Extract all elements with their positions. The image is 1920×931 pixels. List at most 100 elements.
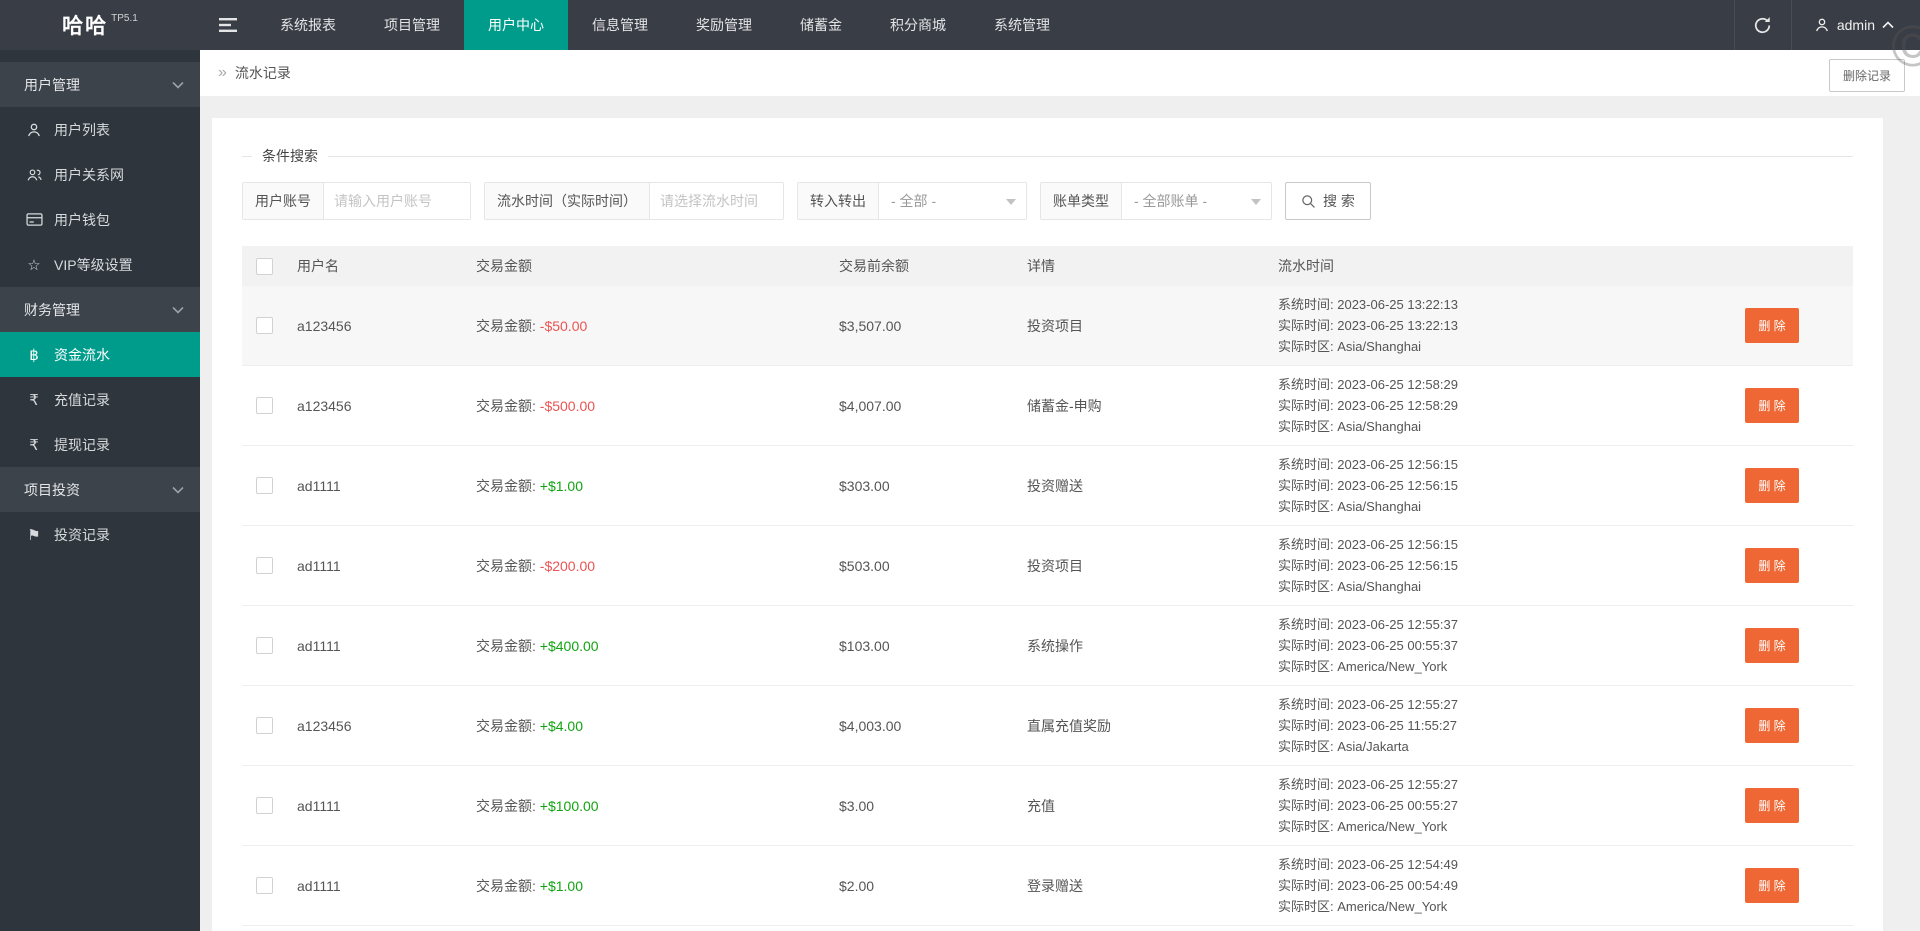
sidebar-group-header[interactable]: 财务管理 [0, 287, 200, 332]
delete-row-button[interactable]: 删 除 [1745, 468, 1799, 503]
cell-time: 系统时间: 2023-06-25 12:54:49 实际时间: 2023-06-… [1278, 857, 1458, 914]
nav-menu: 系统报表 项目管理 用户中心 信息管理 奖励管理 储蓄金 积分商城 系统管理 [256, 0, 1074, 50]
sidebar-item[interactable]: 用户列表 [0, 107, 200, 152]
user-account-label: 用户账号 [243, 183, 324, 219]
cell-username: ad1111 [297, 557, 341, 574]
table-header-row: 用户名 交易金额 交易前余额 详情 流水时间 [242, 246, 1853, 286]
menu-collapse-icon[interactable] [200, 0, 256, 50]
table-row: a123456 交易金额: +$4.00 $4,003.00 直属充值奖励 系统… [242, 686, 1853, 766]
select-all-checkbox[interactable] [256, 257, 273, 275]
delete-records-button[interactable]: 删除记录 [1828, 59, 1905, 92]
transfer-direction-select[interactable]: - 全部 - [879, 183, 1026, 219]
sidebar-item[interactable]: ₹ 充值记录 [0, 377, 200, 422]
cell-username: a123456 [297, 397, 352, 414]
refresh-button[interactable] [1735, 0, 1791, 50]
page-title: 流水记录 [234, 65, 291, 81]
flow-time-input[interactable] [650, 183, 783, 219]
bill-type-label: 账单类型 [1041, 183, 1122, 219]
sidebar-item-label: 资金流水 [54, 346, 110, 363]
cell-amount: 交易金额: +$4.00 [476, 717, 583, 734]
sidebar-item-label: 提现记录 [54, 436, 110, 453]
sidebar-group-label: 项目投资 [24, 481, 80, 498]
sidebar-item[interactable]: ₹ 提现记录 [0, 422, 200, 467]
user-menu[interactable]: admin [1792, 0, 1920, 50]
table-row: a123456 交易金额: -$500.00 $4,007.00 储蓄金-申购 … [242, 366, 1853, 446]
delete-row-button[interactable]: 删 除 [1745, 868, 1799, 903]
row-checkbox[interactable] [256, 717, 273, 734]
sidebar-group-header[interactable]: 项目投资 [0, 467, 200, 512]
records-table: 用户名 交易金额 交易前余额 详情 流水时间 a123456 交易金额: -$5… [242, 246, 1853, 931]
row-checkbox[interactable] [256, 797, 273, 814]
row-checkbox[interactable] [256, 477, 273, 494]
cell-balance: $2.00 [839, 877, 875, 894]
delete-row-button[interactable]: 删 除 [1745, 628, 1799, 663]
row-checkbox[interactable] [256, 557, 273, 574]
nav-item[interactable]: 奖励管理 [672, 0, 776, 50]
sidebar-group-label: 用户管理 [24, 76, 80, 93]
sidebar-item[interactable]: ฿ 资金流水 [0, 332, 200, 377]
nav-item[interactable]: 项目管理 [360, 0, 464, 50]
header-detail: 详情 [1027, 258, 1055, 274]
sidebar-item-label: 投资记录 [54, 526, 110, 543]
main-area: » 流水记录 删除记录 条件搜索 用户账号 流水时间（实际时间） [200, 50, 1920, 931]
sidebar-item-label: 充值记录 [54, 391, 110, 408]
transfer-direction-field-group: 转入转出 - 全部 - [797, 182, 1027, 220]
transfer-direction-label: 转入转出 [798, 183, 879, 219]
row-checkbox[interactable] [256, 317, 273, 334]
cell-detail: 登录赠送 [1027, 877, 1083, 894]
sidebar-item-label: 用户关系网 [54, 166, 124, 183]
table-row: ad1111 交易金额: +$100.00 $3.00 充值 系统时间: 202… [242, 766, 1853, 846]
table-row: ad1111 交易金额: +$400.00 $103.00 系统操作 系统时间:… [242, 606, 1853, 686]
cell-username: a123456 [297, 717, 352, 734]
table-row: 系统时间: 2023-06-25 12:54:45 删 除 [242, 926, 1853, 931]
search-form: 用户账号 流水时间（实际时间） 转入转出 - 全部 - 账单类型 - 全部账单 … [242, 182, 1853, 220]
sidebar-item[interactable]: ☆ VIP等级设置 [0, 242, 200, 287]
cell-username: a123456 [297, 317, 352, 334]
nav-item[interactable]: 用户中心 [464, 0, 568, 50]
cell-detail: 储蓄金-申购 [1027, 397, 1102, 414]
row-checkbox[interactable] [256, 637, 273, 654]
table-body: a123456 交易金额: -$50.00 $3,507.00 投资项目 系统时… [242, 286, 1853, 931]
breadcrumb-arrows-icon: » [218, 64, 227, 81]
nav-item[interactable]: 积分商城 [866, 0, 970, 50]
cell-amount: 交易金额: +$100.00 [476, 797, 599, 814]
sidebar-item[interactable]: 用户钱包 [0, 197, 200, 242]
nav-item[interactable]: 储蓄金 [776, 0, 866, 50]
sidebar-group-header[interactable]: 用户管理 [0, 62, 200, 107]
delete-row-button[interactable]: 删 除 [1745, 388, 1799, 423]
cell-balance: $3.00 [839, 797, 875, 814]
search-fieldset: 条件搜索 [242, 146, 1853, 166]
bill-type-field-group: 账单类型 - 全部账单 - [1040, 182, 1272, 220]
cell-time: 系统时间: 2023-06-25 13:22:13 实际时间: 2023-06-… [1278, 297, 1458, 354]
header-balance: 交易前余额 [839, 258, 909, 274]
nav-item[interactable]: 系统管理 [970, 0, 1074, 50]
nav-item[interactable]: 系统报表 [256, 0, 360, 50]
chevron-down-icon [172, 486, 184, 494]
cell-time: 系统时间: 2023-06-25 12:55:37 实际时间: 2023-06-… [1278, 617, 1458, 674]
chevron-down-icon [172, 306, 184, 314]
delete-row-button[interactable]: 删 除 [1745, 308, 1799, 343]
delete-row-button[interactable]: 删 除 [1745, 548, 1799, 583]
flow-time-label: 流水时间（实际时间） [485, 183, 650, 219]
sidebar-item[interactable]: ⚑ 投资记录 [0, 512, 200, 557]
sidebar-item-label: 用户钱包 [54, 211, 110, 228]
header-amount: 交易金额 [476, 258, 532, 274]
search-button[interactable]: 搜 索 [1285, 182, 1371, 220]
cell-amount: 交易金额: +$1.00 [476, 877, 583, 894]
user-account-input[interactable] [324, 183, 470, 219]
sidebar-item[interactable]: 用户关系网 [0, 152, 200, 197]
cell-balance: $4,003.00 [839, 717, 902, 734]
nav-item[interactable]: 信息管理 [568, 0, 672, 50]
cell-detail: 投资赠送 [1027, 477, 1083, 494]
bill-type-select[interactable]: - 全部账单 - [1122, 183, 1271, 219]
row-checkbox[interactable] [256, 397, 273, 414]
row-checkbox[interactable] [256, 877, 273, 894]
header-time: 流水时间 [1278, 258, 1334, 274]
delete-row-button[interactable]: 删 除 [1745, 708, 1799, 743]
cell-time: 系统时间: 2023-06-25 12:55:27 实际时间: 2023-06-… [1278, 697, 1458, 754]
chevron-down-icon [172, 81, 184, 89]
delete-row-button[interactable]: 删 除 [1745, 788, 1799, 823]
cell-balance: $503.00 [839, 557, 890, 574]
breadcrumb: » 流水记录 删除记录 [200, 50, 1920, 96]
cell-username: ad1111 [297, 637, 341, 654]
